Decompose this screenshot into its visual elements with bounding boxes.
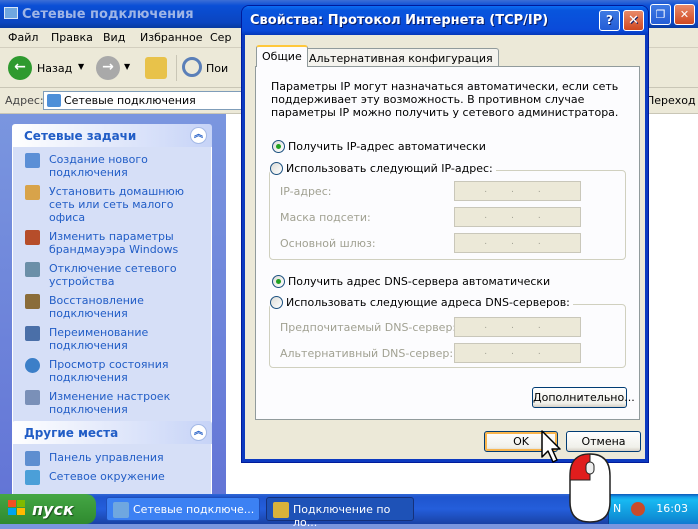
preferred-dns-label: Предпочитаемый DNS-сервер: xyxy=(280,321,457,334)
other-places-box: Другие места ︽ Панель управления Сетевое… xyxy=(12,421,212,496)
menu-edit[interactable]: Правка xyxy=(51,31,93,44)
close-icon[interactable]: ✕ xyxy=(623,10,644,31)
radio-auto-ip[interactable]: Получить IP-адрес автоматически xyxy=(272,140,486,153)
default-gateway-field[interactable]: ... xyxy=(454,233,581,253)
dialog-title: Свойства: Протокол Интернета (TCP/IP) xyxy=(250,13,549,28)
subnet-mask-label: Маска подсети: xyxy=(280,211,371,224)
place-network-neighborhood[interactable]: Сетевое окружение xyxy=(23,470,205,485)
subnet-mask-field[interactable]: ... xyxy=(454,207,581,227)
advanced-button[interactable]: Дополнительно... xyxy=(532,387,635,408)
firewall-icon xyxy=(25,230,40,245)
collapse-chevron-icon[interactable]: ︽ xyxy=(190,127,207,144)
radio-manual-ip-button[interactable] xyxy=(270,162,283,175)
start-button[interactable]: пуск xyxy=(0,494,96,524)
forward-dropdown-icon[interactable]: ▼ xyxy=(124,62,130,71)
back-dropdown-icon[interactable]: ▼ xyxy=(78,62,84,71)
new-connection-icon xyxy=(25,153,40,168)
task-home-network[interactable]: Установить домашнюю сеть или сеть малого… xyxy=(23,185,205,224)
tab-general[interactable]: Общие xyxy=(256,45,308,67)
intro-text: Параметры IP могут назначаться автоматич… xyxy=(271,80,619,119)
local-connection-icon xyxy=(273,502,289,518)
alternate-dns-field[interactable]: ... xyxy=(454,343,581,363)
menu-service[interactable]: Сер xyxy=(210,31,231,44)
cancel-button[interactable]: Отмена xyxy=(566,431,641,452)
forward-arrow-icon[interactable]: → xyxy=(96,56,120,80)
collapse-chevron-icon[interactable]: ︽ xyxy=(190,424,207,441)
help-icon[interactable]: ? xyxy=(599,10,620,31)
tcpip-properties-dialog: Свойства: Протокол Интернета (TCP/IP) ? … xyxy=(242,6,648,462)
tray-network-icon[interactable] xyxy=(631,502,645,516)
status-icon xyxy=(25,358,40,373)
search-icon[interactable] xyxy=(182,57,202,77)
clock: 16:03 xyxy=(656,502,688,515)
up-folder-icon[interactable] xyxy=(145,57,167,79)
tab-alternate-config[interactable]: Альтернативная конфигурация xyxy=(303,48,499,68)
address-label: Адрес: xyxy=(5,94,44,107)
menu-view[interactable]: Вид xyxy=(103,31,125,44)
other-places-list: Панель управления Сетевое окружение xyxy=(12,444,212,496)
menu-file[interactable]: Файл xyxy=(8,31,38,44)
network-tasks-list: Создание нового подключения Установить д… xyxy=(12,147,212,429)
repair-icon xyxy=(25,294,40,309)
windows-logo-icon xyxy=(8,500,25,515)
ip-address-field[interactable]: ... xyxy=(454,181,581,201)
network-tasks-box: Сетевые задачи ︽ Создание нового подключ… xyxy=(12,124,212,429)
default-gateway-label: Основной шлюз: xyxy=(280,237,376,250)
task-change-settings[interactable]: Изменение настроек подключения xyxy=(23,390,205,416)
taskbar-item-local-connection[interactable]: Подключение по ло... xyxy=(266,497,414,529)
ip-address-label: IP-адрес: xyxy=(280,185,332,198)
search-label[interactable]: Пои xyxy=(206,62,228,75)
explorer-task-pane: Сетевые задачи ︽ Создание нового подключ… xyxy=(0,114,226,496)
radio-manual-dns-button[interactable] xyxy=(270,296,283,309)
taskbar-item-network-connections[interactable]: Сетевые подключе... xyxy=(106,497,260,521)
control-panel-icon xyxy=(25,451,40,466)
address-input[interactable]: Сетевые подключения xyxy=(43,91,243,110)
settings-icon xyxy=(25,390,40,405)
radio-manual-ip[interactable]: Использовать следующий IP-адрес: xyxy=(270,162,496,175)
rename-icon xyxy=(25,326,40,341)
network-connections-icon xyxy=(47,94,61,107)
task-create-connection[interactable]: Создание нового подключения xyxy=(23,153,205,179)
mouse-right-click-illustration xyxy=(569,453,611,523)
task-rename[interactable]: Переименование подключения xyxy=(23,326,205,352)
network-tasks-header[interactable]: Сетевые задачи ︽ xyxy=(12,124,212,147)
network-neighborhood-icon xyxy=(25,470,40,485)
preferred-dns-field[interactable]: ... xyxy=(454,317,581,337)
address-value: Сетевые подключения xyxy=(64,94,196,107)
radio-auto-dns-button[interactable] xyxy=(272,275,285,288)
task-disable-device[interactable]: Отключение сетевого устройства xyxy=(23,262,205,288)
go-button-label[interactable]: Переход xyxy=(646,94,696,107)
disable-device-icon xyxy=(25,262,40,277)
home-network-icon xyxy=(25,185,40,200)
task-repair[interactable]: Восстановление подключения xyxy=(23,294,205,320)
task-view-status[interactable]: Просмотр состояния подключения xyxy=(23,358,205,384)
radio-auto-ip-button[interactable] xyxy=(272,140,285,153)
alternate-dns-label: Альтернативный DNS-сервер: xyxy=(280,347,454,360)
other-places-header[interactable]: Другие места ︽ xyxy=(12,421,212,444)
toolbar-divider xyxy=(176,55,177,81)
system-tray: N 16:03 xyxy=(608,494,698,524)
dialog-titlebar[interactable]: Свойства: Протокол Интернета (TCP/IP) ? … xyxy=(242,6,648,35)
general-tab-panel: Параметры IP могут назначаться автоматич… xyxy=(255,66,640,420)
menu-favorites[interactable]: Избранное xyxy=(140,31,202,44)
back-label[interactable]: Назад xyxy=(37,62,72,75)
tray-language-indicator[interactable]: N xyxy=(613,502,621,515)
network-folder-icon xyxy=(4,7,18,19)
radio-auto-dns[interactable]: Получить адрес DNS-сервера автоматически xyxy=(272,275,550,288)
mouse-pointer-icon xyxy=(541,430,561,463)
network-connections-icon xyxy=(113,502,129,518)
back-arrow-icon[interactable]: ← xyxy=(8,56,32,80)
task-firewall[interactable]: Изменить параметры брандмауэра Windows xyxy=(23,230,205,256)
start-label: пуск xyxy=(32,500,74,519)
place-control-panel[interactable]: Панель управления xyxy=(23,451,205,466)
explorer-title: Сетевые подключения xyxy=(22,7,194,22)
radio-manual-dns[interactable]: Использовать следующие адреса DNS-сервер… xyxy=(270,296,573,309)
